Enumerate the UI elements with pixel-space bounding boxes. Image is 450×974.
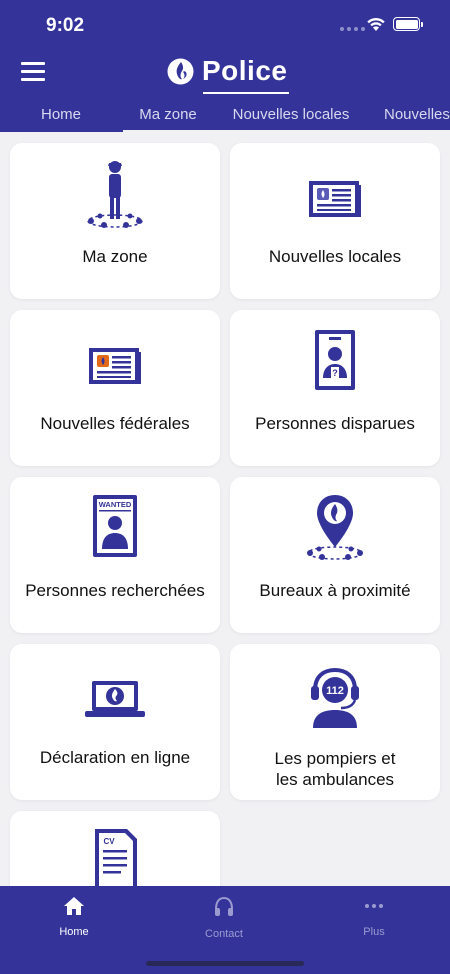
home-indicator — [146, 961, 304, 966]
tile-ma-zone[interactable]: Ma zone — [10, 143, 220, 299]
tile-label: Nouvelles fédérales — [40, 414, 190, 433]
nav-label: Plus — [363, 926, 385, 938]
signal-icon — [340, 27, 365, 31]
badge-112: 112 — [326, 685, 344, 697]
tile-label: Bureaux à proximité — [259, 581, 411, 600]
brand-title: Police — [202, 55, 288, 86]
nav-plus[interactable]: Plus — [324, 896, 424, 938]
app-header: 9:02 Police Home Ma zone Nouvelles local… — [0, 0, 450, 132]
headphones-icon — [215, 896, 233, 916]
wanted-text: WANTED — [99, 500, 132, 509]
tile-label: Les pompiers et les ambulances — [230, 748, 440, 790]
nav-home[interactable]: Home — [24, 896, 124, 938]
tile-nouvelles-locales[interactable]: Nouvelles locales — [230, 143, 440, 299]
tile-label: Personnes disparues — [255, 414, 415, 433]
tile-declaration-en-ligne[interactable]: Déclaration en ligne — [10, 644, 220, 800]
tab-nouvelles[interactable]: Nouvelles — [384, 98, 450, 132]
map-pin-icon — [307, 495, 363, 560]
wifi-icon — [367, 17, 385, 31]
status-bar: 9:02 — [0, 0, 450, 50]
zone-person-icon — [87, 161, 143, 228]
battery-icon — [393, 17, 423, 31]
missing-person-icon: ? — [315, 330, 355, 390]
brand-underline — [203, 92, 289, 94]
svg-text:?: ? — [332, 368, 338, 378]
nav-contact[interactable]: Contact — [174, 896, 274, 940]
wanted-poster-icon: WANTED — [93, 495, 137, 557]
tile-grid: Ma zone Nouvelles locales Nouvelles fédé… — [0, 132, 450, 886]
cv-document-icon: CV — [95, 829, 137, 886]
badge-cv: CV — [103, 837, 115, 846]
home-icon — [64, 897, 84, 915]
tab-ma-zone[interactable]: Ma zone — [123, 98, 213, 132]
police-logo: Police — [167, 55, 287, 87]
federal-newspaper-icon — [89, 348, 141, 384]
menu-button[interactable] — [21, 62, 45, 82]
tile-nouvelles-federales[interactable]: Nouvelles fédérales — [10, 310, 220, 466]
tile-label: Déclaration en ligne — [39, 748, 191, 767]
laptop-icon — [85, 681, 145, 717]
local-newspaper-icon — [309, 181, 361, 217]
tile-bureaux-proximite[interactable]: Bureaux à proximité — [230, 477, 440, 633]
flame-emblem-icon — [167, 58, 194, 84]
tile-label: Nouvelles locales — [268, 247, 402, 266]
nav-label: Home — [59, 926, 89, 938]
tile-label: Personnes recherchées — [25, 581, 205, 600]
tab-bar: Home Ma zone Nouvelles locales Nouvelles — [0, 98, 450, 132]
tab-nouvelles-locales[interactable]: Nouvelles locales — [228, 98, 354, 132]
tile-cv-document[interactable]: CV — [10, 811, 220, 886]
tile-label-line2: les ambulances — [275, 770, 395, 789]
nav-label: Contact — [205, 928, 243, 940]
tile-pompiers-ambulances[interactable]: 112 Les pompiers et les ambulances — [230, 644, 440, 800]
tile-personnes-disparues[interactable]: ? Personnes disparues — [230, 310, 440, 466]
tile-personnes-recherchees[interactable]: WANTED Personnes recherchées — [10, 477, 220, 633]
more-dots-icon — [365, 904, 383, 908]
tab-home[interactable]: Home — [18, 98, 104, 132]
tile-label-line1: Les pompiers et — [274, 749, 396, 768]
tile-label: Ma zone — [82, 247, 148, 266]
emergency-112-icon: 112 — [311, 667, 359, 728]
status-time: 9:02 — [46, 15, 85, 36]
